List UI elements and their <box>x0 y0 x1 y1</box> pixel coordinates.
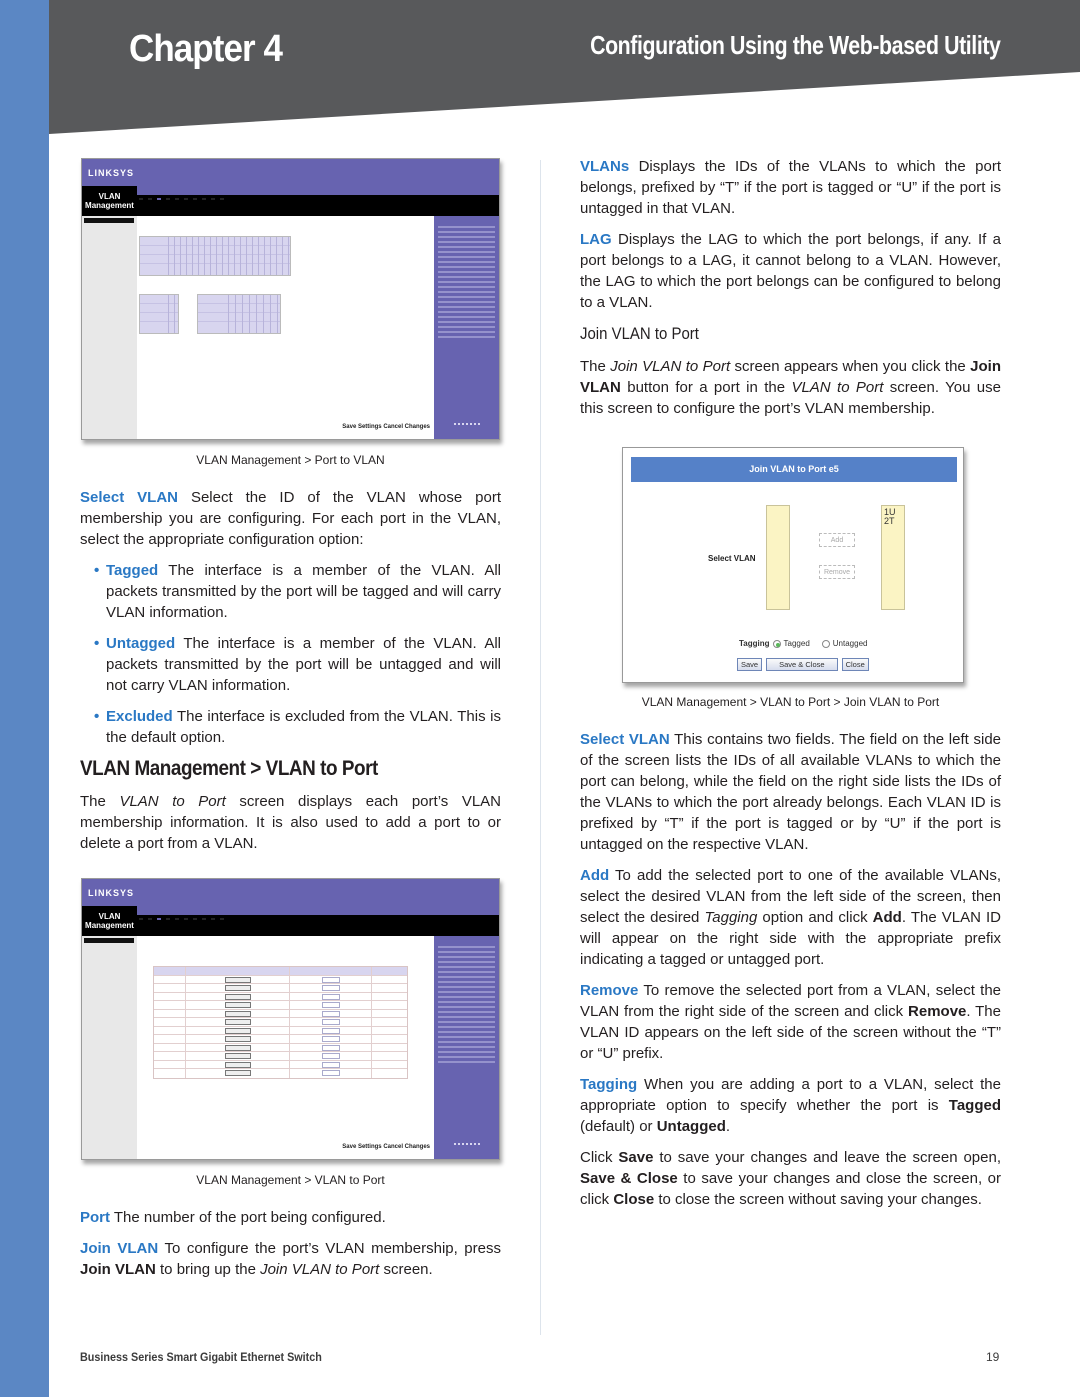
vlan-to-port-intro: The VLAN to Port screen displays each po… <box>80 793 502 852</box>
member-vlans-list[interactable]: 1U 2T <box>881 505 905 610</box>
remove-paragraph: Remove To remove the selected port from … <box>580 982 1001 1062</box>
save-close-button[interactable]: Save & Close <box>766 658 838 671</box>
figure-caption: VLAN Management > VLAN to Port > Join VL… <box>641 695 940 709</box>
list-item[interactable]: 2T <box>884 517 902 526</box>
membership-options-list: Tagged The interface is a member of the … <box>94 560 501 748</box>
dialog-buttons: Save Save & Close Close <box>737 658 869 671</box>
cisco-logo-icon <box>454 423 480 429</box>
click-save-paragraph: Click Save to save your changes and leav… <box>580 1149 1002 1208</box>
vlan-to-port-screenshot: LINKSYS VLAN Management Save Settings Ca… <box>81 878 500 1160</box>
tagging-label: Tagging <box>739 639 770 648</box>
help-panel <box>434 936 499 1159</box>
join-vlan-intro: The Join VLAN to Port screen appears whe… <box>580 358 1001 417</box>
subsection-heading: Join VLAN to Port <box>580 324 699 343</box>
figure-caption: VLAN Management > VLAN to Port <box>196 1173 385 1187</box>
untagged-label: Untagged <box>832 639 868 648</box>
save-cancel-links[interactable]: Save Settings Cancel Changes <box>342 1137 430 1158</box>
select-vlan-paragraph: Select VLAN This contains two fields. Th… <box>580 731 1001 853</box>
select-vlan-paragraph: Select VLAN Select the ID of the VLAN wh… <box>80 489 501 548</box>
linksys-nav: VLAN Management <box>82 906 499 936</box>
vlan-to-port-table <box>153 966 408 1079</box>
nav-section-label: VLAN Management <box>85 192 134 210</box>
remove-button[interactable]: Remove <box>819 565 855 579</box>
section-heading: VLAN Management > VLAN to Port <box>80 757 378 780</box>
lag-paragraph: LAG Displays the LAG to which the port b… <box>580 231 1001 311</box>
page-header: Chapter 4 Configuration Using the Web-ba… <box>49 0 1080 140</box>
tagged-radio[interactable] <box>772 639 781 648</box>
nav-section-label: VLAN Management <box>85 912 134 930</box>
footer-product-name: Business Series Smart Gigabit Ethernet S… <box>80 1350 322 1364</box>
add-button[interactable]: Add <box>819 533 855 547</box>
left-color-bar <box>0 0 49 1397</box>
add-paragraph: Add To add the selected port to one of t… <box>580 867 1001 968</box>
help-panel <box>434 216 499 439</box>
right-column: VLANs Displays the IDs of the VLANs to w… <box>580 156 1001 1220</box>
column-divider <box>540 160 541 1335</box>
vlans-paragraph: VLANs Displays the IDs of the VLANs to w… <box>580 158 1001 217</box>
tagged-label: Tagged <box>783 639 810 648</box>
tagging-paragraph: Tagging When you are adding a port to a … <box>580 1076 1001 1135</box>
untagged-radio[interactable] <box>821 639 830 648</box>
page-number: 19 <box>986 1350 1000 1364</box>
list-item: Excluded The interface is excluded from … <box>94 706 501 748</box>
close-button[interactable]: Close <box>841 658 869 671</box>
port-to-vlan-screenshot: LINKSYS VLAN Management Save Settings Ca… <box>81 158 500 440</box>
linksys-logo: LINKSYS <box>82 879 499 906</box>
list-item: Untagged The interface is a member of th… <box>94 633 501 696</box>
select-vlan-label: Select VLAN <box>708 554 756 563</box>
save-cancel-links[interactable]: Save Settings Cancel Changes <box>342 417 430 438</box>
port-paragraph: Port The number of the port being config… <box>80 1209 386 1226</box>
join-vlan-dialog-screenshot: Join VLAN to Port e5 Select VLAN 1U 2T A… <box>622 447 964 683</box>
section-title: Configuration Using the Web-based Utilit… <box>589 30 1001 60</box>
join-vlan-paragraph: Join VLAN To configure the port’s VLAN m… <box>80 1240 501 1278</box>
cisco-logo-icon <box>454 1143 480 1149</box>
list-item: Tagged The interface is a member of the … <box>94 560 501 623</box>
figure-caption: VLAN Management > Port to VLAN <box>196 453 385 467</box>
tagging-options: Tagging Tagged Untagged <box>739 633 867 654</box>
save-button[interactable]: Save <box>737 658 763 671</box>
left-column: LINKSYS VLAN Management Save Settings Ca… <box>80 158 501 1290</box>
linksys-nav: VLAN Management <box>82 186 499 216</box>
available-vlans-list[interactable] <box>766 505 790 610</box>
linksys-logo: LINKSYS <box>82 159 499 186</box>
dialog-title: Join VLAN to Port e5 <box>631 457 957 482</box>
chapter-title: Chapter 4 <box>129 28 283 70</box>
